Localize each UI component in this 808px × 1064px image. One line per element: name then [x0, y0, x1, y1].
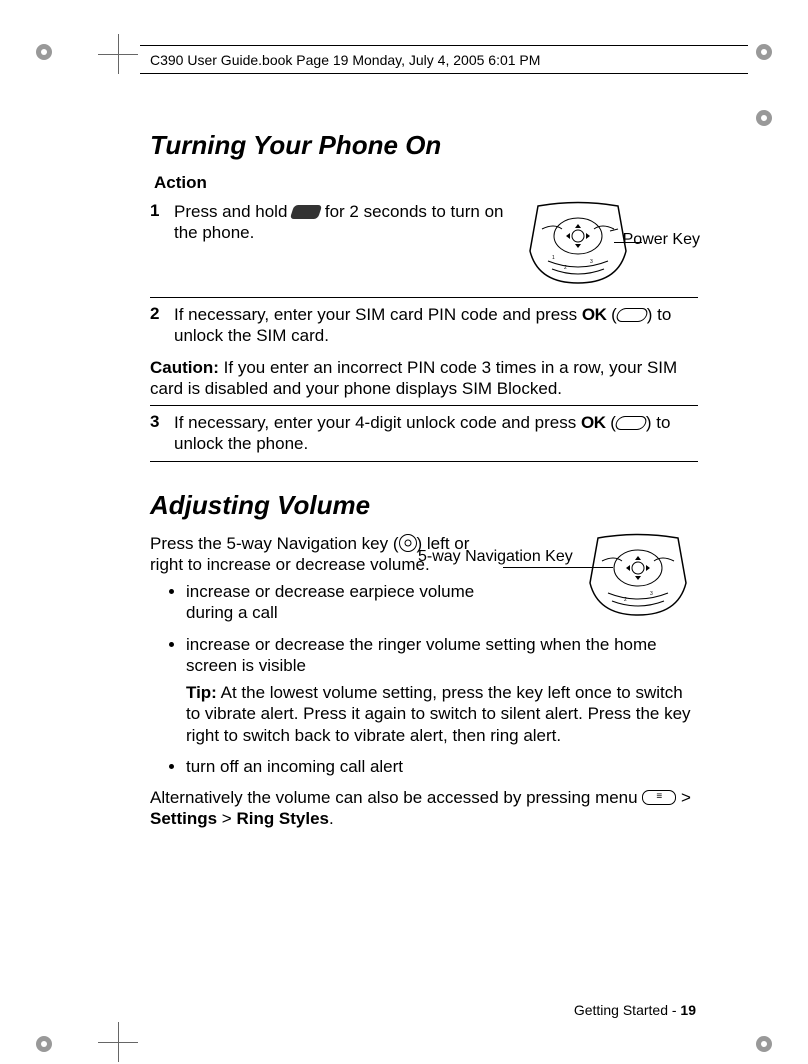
svg-text:2: 2: [564, 265, 567, 271]
phone-svg-1: 2 3 1: [518, 201, 638, 286]
crop-lines-tl: [98, 34, 138, 74]
step-1-body: 2 3 1 Power Key Press and hold for 2 sec…: [174, 201, 698, 291]
softkey-icon-1: [614, 308, 649, 322]
alt-before: Alternatively the volume can also be acc…: [150, 788, 642, 807]
alt-period: .: [329, 809, 334, 828]
header-text: C390 User Guide.book Page 19 Monday, Jul…: [150, 52, 540, 68]
alt-access: Alternatively the volume can also be acc…: [150, 787, 698, 830]
step2-before: If necessary, enter your SIM card PIN co…: [174, 305, 582, 324]
nav-key-label: 5-way Navigation Key: [418, 548, 573, 566]
step-1-row: 1 2 3 1 Power Key: [150, 195, 698, 297]
caution-label: Caution:: [150, 358, 219, 377]
step-3-row: 3 If necessary, enter your 4-digit unloc…: [150, 405, 698, 462]
alt-ring: Ring Styles: [236, 809, 329, 828]
crop-dot-tl: [36, 44, 52, 60]
step2-paren-open: (: [606, 305, 616, 324]
alt-gt2: >: [217, 809, 236, 828]
step-2-num: 2: [150, 304, 174, 347]
crop-lines-bl: [98, 1022, 138, 1062]
svg-text:1: 1: [552, 255, 555, 261]
step3-before: If necessary, enter your 4-digit unlock …: [174, 413, 581, 432]
section-title-1: Turning Your Phone On: [150, 130, 698, 161]
footer-page: 19: [680, 1002, 696, 1018]
power-key-label: Power Key: [623, 231, 700, 249]
step-3-num: 3: [150, 412, 174, 455]
footer-text: Getting Started -: [574, 1002, 681, 1018]
action-label: Action: [154, 173, 698, 193]
nav-pointer: [503, 567, 613, 568]
phone-svg-2: 2 3: [578, 533, 698, 618]
step1-before: Press and hold: [174, 202, 292, 221]
crop-dot-bl: [36, 1036, 52, 1052]
phone-illustration-power: 2 3 1 Power Key: [518, 201, 698, 291]
svg-text:3: 3: [590, 259, 593, 265]
caution-text: If you enter an incorrect PIN code 3 tim…: [150, 358, 677, 398]
tip-label: Tip:: [186, 683, 217, 702]
tip-text: At the lowest volume setting, press the …: [186, 683, 691, 745]
power-key-label-text: Power Key: [623, 231, 700, 248]
softkey-icon-2: [614, 416, 649, 430]
crop-dot-tr: [756, 44, 772, 60]
svg-text:3: 3: [650, 591, 653, 597]
page-footer: Getting Started - 19: [574, 1002, 696, 1018]
step3-paren-open: (: [605, 413, 615, 432]
step-3-body: If necessary, enter your 4-digit unlock …: [174, 412, 698, 455]
volume-intro: 2 3 5-way Navigation Key Press the 5-way…: [150, 533, 698, 576]
bullet-2: increase or decrease the ringer volume s…: [186, 634, 698, 746]
nav-key-label-text: 5-way Navigation Key: [418, 548, 573, 565]
power-key-icon: [290, 205, 323, 219]
bullet-2-text: increase or decrease the ringer volume s…: [186, 635, 657, 675]
crop-dot-br: [756, 1036, 772, 1052]
step-2-body: If necessary, enter your SIM card PIN co…: [174, 304, 698, 347]
intro-before: Press the 5-way Navigation key (: [150, 534, 399, 553]
alt-gt1: >: [676, 788, 691, 807]
ok-label-2: OK: [581, 413, 606, 432]
alt-settings: Settings: [150, 809, 217, 828]
nav-key-icon: [399, 534, 417, 552]
page-content: Turning Your Phone On Action 1 2 3 1: [150, 130, 698, 836]
menu-key-icon: [642, 790, 676, 805]
ok-label-1: OK: [582, 305, 607, 324]
step-2-row: 2 If necessary, enter your SIM card PIN …: [150, 297, 698, 353]
section-title-2: Adjusting Volume: [150, 490, 698, 521]
step-1-num: 1: [150, 201, 174, 291]
tip-block: Tip: At the lowest volume setting, press…: [186, 682, 698, 746]
caution-row: Caution: If you enter an incorrect PIN c…: [150, 353, 698, 406]
power-pointer: [614, 242, 642, 243]
header-rule: [140, 45, 748, 46]
bullet-3: turn off an incoming call alert: [186, 756, 698, 777]
crop-dot-mr: [756, 110, 772, 126]
phone-illustration-nav: 2 3 5-way Navigation Key: [498, 533, 698, 623]
svg-text:2: 2: [624, 597, 627, 603]
